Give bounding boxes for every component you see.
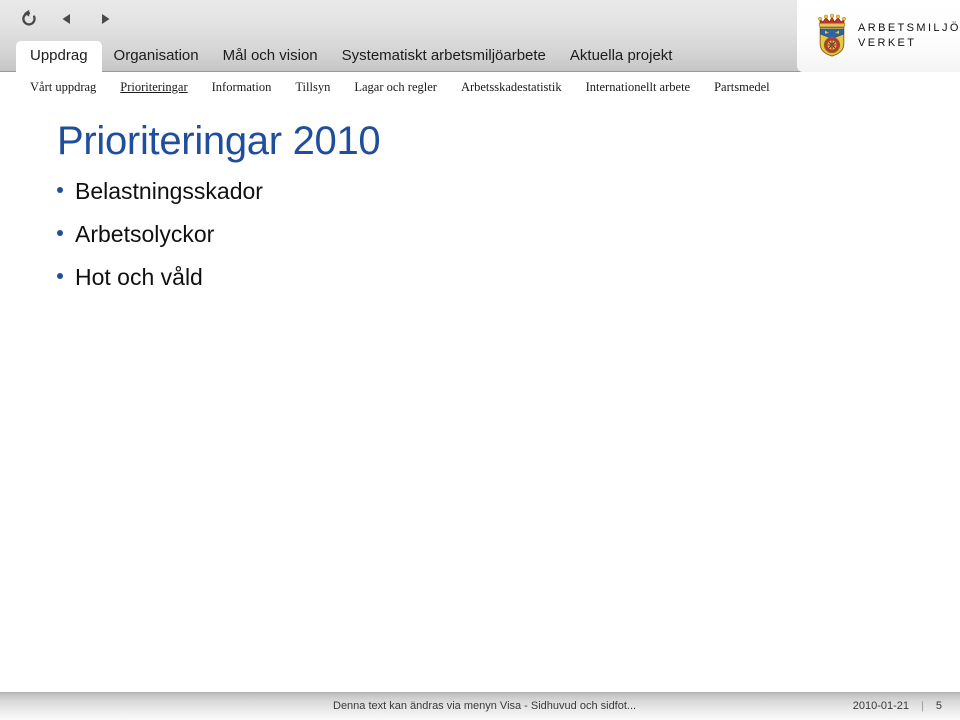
list-item: Belastningsskador [57, 178, 263, 221]
navigation-controls [18, 6, 116, 32]
tab-aktuella-projekt[interactable]: Aktuella projekt [558, 41, 685, 72]
bullet-dot-icon [57, 187, 63, 193]
page-title: Prioriteringar 2010 [57, 119, 381, 163]
logo-wordmark: ARBETSMILJÖ VERKET [858, 21, 960, 51]
back-icon[interactable] [56, 8, 78, 30]
list-item-label: Belastningsskador [75, 178, 263, 204]
tab-organisation[interactable]: Organisation [102, 41, 211, 72]
reload-icon[interactable] [18, 8, 40, 30]
list-item-label: Arbetsolyckor [75, 221, 215, 247]
secondary-navigation: Vårt uppdrag Prioriteringar Information … [0, 72, 960, 102]
bullet-list: Belastningsskador Arbetsolyckor Hot och … [57, 178, 263, 307]
list-item: Arbetsolyckor [57, 221, 263, 264]
arbetsmiljoverket-logo: ARBETSMILJÖ VERKET [797, 0, 960, 72]
forward-icon[interactable] [94, 8, 116, 30]
footer-page-number: 5 [935, 700, 942, 712]
logo-line-2: VERKET [858, 37, 917, 49]
subnav-item-prioriteringar[interactable]: Prioriteringar [120, 80, 187, 95]
subnav-item-information[interactable]: Information [212, 80, 272, 95]
slide-content: Prioriteringar 2010 Belastningsskador Ar… [0, 102, 960, 692]
subnav-item-vart-uppdrag[interactable]: Vårt uppdrag [30, 80, 96, 95]
bullet-dot-icon [57, 230, 63, 236]
tab-bar: Uppdrag Organisation Mål och vision Syst… [0, 40, 684, 72]
bullet-dot-icon [57, 273, 63, 279]
slide-footer: Denna text kan ändras via menyn Visa - S… [0, 692, 960, 720]
subnav-item-partsmedel[interactable]: Partsmedel [714, 80, 770, 95]
list-item: Hot och våld [57, 264, 263, 307]
footer-meta: 2010-01-21 | 5 [853, 700, 942, 712]
footer-note: Denna text kan ändras via menyn Visa - S… [333, 700, 637, 712]
tab-uppdrag[interactable]: Uppdrag [16, 41, 102, 72]
tab-mal-och-vision[interactable]: Mål och vision [211, 41, 330, 72]
browser-header: Uppdrag Organisation Mål och vision Syst… [0, 0, 960, 72]
logo-line-1: ARBETSMILJÖ [858, 22, 960, 34]
subnav-item-tillsyn[interactable]: Tillsyn [295, 80, 330, 95]
coat-of-arms-icon [815, 11, 849, 62]
tab-systematiskt-arbetsmiljoarbete[interactable]: Systematiskt arbetsmiljöarbete [330, 41, 558, 72]
subnav-item-internationellt-arbete[interactable]: Internationellt arbete [586, 80, 690, 95]
list-item-label: Hot och våld [75, 264, 203, 290]
subnav-item-lagar-och-regler[interactable]: Lagar och regler [354, 80, 437, 95]
footer-divider: | [921, 700, 924, 712]
subnav-item-arbetsskadestatistik[interactable]: Arbetsskadestatistik [461, 80, 562, 95]
footer-date: 2010-01-21 [852, 700, 910, 712]
